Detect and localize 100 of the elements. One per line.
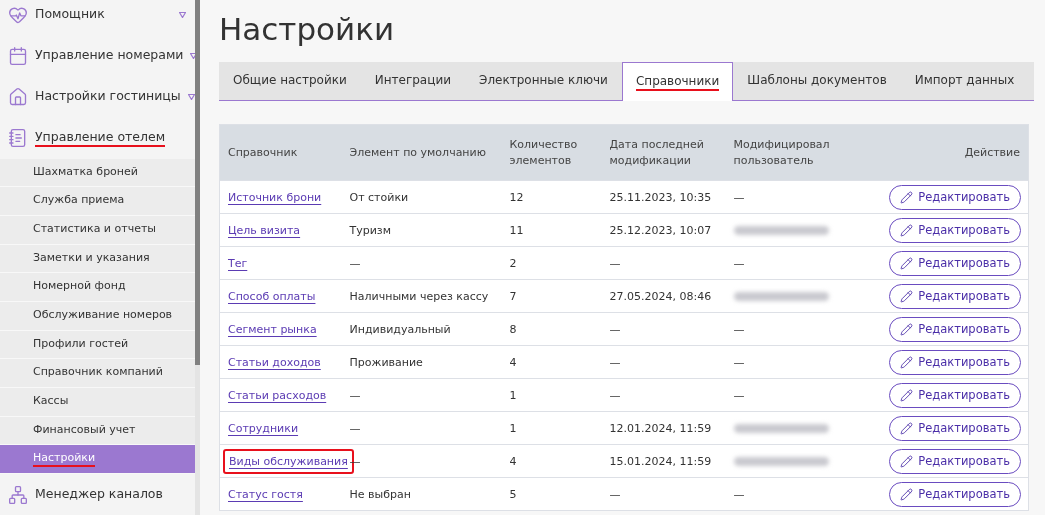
- table-cell: Туризм: [341, 213, 502, 247]
- table-cell: —: [341, 246, 502, 280]
- column-header: Элемент по умолчанию: [341, 124, 502, 181]
- table-cell: Проживание: [341, 345, 502, 379]
- sidebar-section[interactable]: Управление номерами: [0, 35, 196, 77]
- directory-link[interactable]: Сегмент рынка: [228, 322, 317, 336]
- sidebar-item[interactable]: Финансовый учет: [0, 416, 196, 446]
- scrollbar[interactable]: [195, 0, 200, 365]
- pencil-icon: [900, 355, 914, 369]
- column-header: Количество элементов: [501, 124, 602, 181]
- table-cell: Индивидуальный: [341, 312, 502, 346]
- directory-link[interactable]: Статьи доходов: [228, 355, 321, 369]
- table-cell: —: [725, 378, 876, 412]
- table-cell: 1: [501, 411, 602, 445]
- table-cell: —: [601, 378, 726, 412]
- table-cell: 5: [501, 477, 602, 511]
- directory-link[interactable]: Статьи расходов: [228, 388, 327, 402]
- table-cell: —: [601, 312, 726, 346]
- sidebar-item[interactable]: Служба приема: [0, 187, 196, 217]
- sidebar-item[interactable]: Кассы: [0, 388, 196, 417]
- directory-link[interactable]: Способ оплаты: [228, 289, 316, 303]
- pencil-icon: [900, 256, 914, 270]
- table-cell: —: [725, 246, 876, 280]
- edit-button[interactable]: Редактировать: [889, 316, 1021, 342]
- sidebar-item[interactable]: Справочник компаний: [0, 359, 196, 389]
- edit-button[interactable]: Редактировать: [889, 283, 1021, 309]
- table-cell: 4: [501, 345, 602, 379]
- edit-button[interactable]: Редактировать: [889, 184, 1021, 210]
- edit-button[interactable]: Редактировать: [889, 250, 1021, 276]
- directory-link[interactable]: Статус гостя: [228, 487, 303, 501]
- pencil-icon: [900, 487, 914, 501]
- sidebar-section[interactable]: Управление отелем: [0, 117, 196, 159]
- tab[interactable]: Импорт данных: [900, 62, 1029, 100]
- edit-button[interactable]: Редактировать: [889, 415, 1021, 441]
- table-cell: Наличными через кассу: [341, 279, 502, 313]
- sidebar-item[interactable]: Заметки и указания: [0, 244, 196, 274]
- directory-link[interactable]: Тег: [228, 256, 248, 270]
- table-cell: 25.11.2023, 10:35: [601, 180, 726, 214]
- pencil-icon: [900, 388, 914, 402]
- sidebar-section[interactable]: Настройки гостиницы: [0, 76, 196, 118]
- page-title: Настройки: [219, 10, 396, 48]
- column-header: Дата последней модификации: [601, 124, 726, 181]
- edit-button[interactable]: Редактировать: [889, 481, 1021, 507]
- table-cell: —: [725, 477, 876, 511]
- pencil-icon: [900, 421, 914, 435]
- calendar-icon: [8, 46, 28, 67]
- tab[interactable]: Справочники: [621, 62, 734, 101]
- edit-button[interactable]: Редактировать: [889, 382, 1021, 408]
- table-cell: 2: [501, 246, 602, 280]
- table-cell: —: [725, 345, 876, 379]
- table-cell: 1: [501, 378, 602, 412]
- directory-link[interactable]: Источник брони: [228, 190, 322, 204]
- table-cell: —: [341, 411, 502, 445]
- table-cell: —: [725, 180, 876, 214]
- table-cell: 4: [501, 444, 602, 478]
- directory-link[interactable]: Виды обслуживания: [223, 448, 354, 474]
- table-cell: —: [601, 477, 726, 511]
- sidebar-item[interactable]: Профили гостей: [0, 330, 196, 360]
- table-cell: От стойки: [341, 180, 502, 214]
- sidebar-item[interactable]: Номерной фонд: [0, 273, 196, 303]
- table-cell: 7: [501, 279, 602, 313]
- pencil-icon: [900, 322, 914, 336]
- sidebar-item[interactable]: Статистика и отчеты: [0, 216, 196, 245]
- tab[interactable]: Общие настройки: [219, 62, 361, 100]
- table-cell: —: [341, 378, 502, 412]
- directory-link[interactable]: Сотрудники: [228, 421, 299, 435]
- table-cell: —: [725, 312, 876, 346]
- sidebar-item[interactable]: Настройки: [0, 445, 196, 475]
- table-cell: —: [601, 246, 726, 280]
- edit-button[interactable]: Редактировать: [889, 448, 1021, 474]
- table-cell: 27.05.2024, 08:46: [601, 279, 726, 313]
- notepad-icon: [8, 128, 28, 149]
- pencil-icon: [900, 454, 914, 468]
- sidebar-item[interactable]: Обслуживание номеров: [0, 302, 196, 331]
- sidebar-section[interactable]: Менеджер каналов: [0, 474, 196, 515]
- heart-pulse-icon: [8, 5, 28, 26]
- table-cell: Не выбран: [341, 477, 502, 511]
- sidebar-section[interactable]: Помощник: [0, 0, 196, 36]
- tab[interactable]: Электронные ключи: [465, 62, 622, 100]
- table-cell: —: [601, 345, 726, 379]
- table-cell: 11: [501, 213, 602, 247]
- tab[interactable]: Интеграции: [360, 62, 465, 100]
- column-header: Действие: [875, 124, 1029, 181]
- column-header: Модифицировал пользователь: [725, 124, 876, 181]
- table-cell: 25.12.2023, 10:07: [601, 213, 726, 247]
- table-cell: 8: [501, 312, 602, 346]
- column-header: Справочник: [219, 124, 342, 181]
- pencil-icon: [900, 223, 914, 237]
- table-cell: 12.01.2024, 11:59: [601, 411, 726, 445]
- pencil-icon: [900, 289, 914, 303]
- pencil-icon: [900, 190, 914, 204]
- directory-link[interactable]: Цель визита: [228, 223, 301, 237]
- table-cell: 12: [501, 180, 602, 214]
- edit-button[interactable]: Редактировать: [889, 217, 1021, 243]
- house-icon: [8, 87, 28, 108]
- tab[interactable]: Шаблоны документов: [733, 62, 901, 100]
- sidebar-item[interactable]: Шахматка броней: [0, 158, 196, 188]
- hierarchy-icon: [8, 484, 28, 505]
- edit-button[interactable]: Редактировать: [889, 349, 1021, 375]
- table-cell: 15.01.2024, 11:59: [601, 444, 726, 478]
